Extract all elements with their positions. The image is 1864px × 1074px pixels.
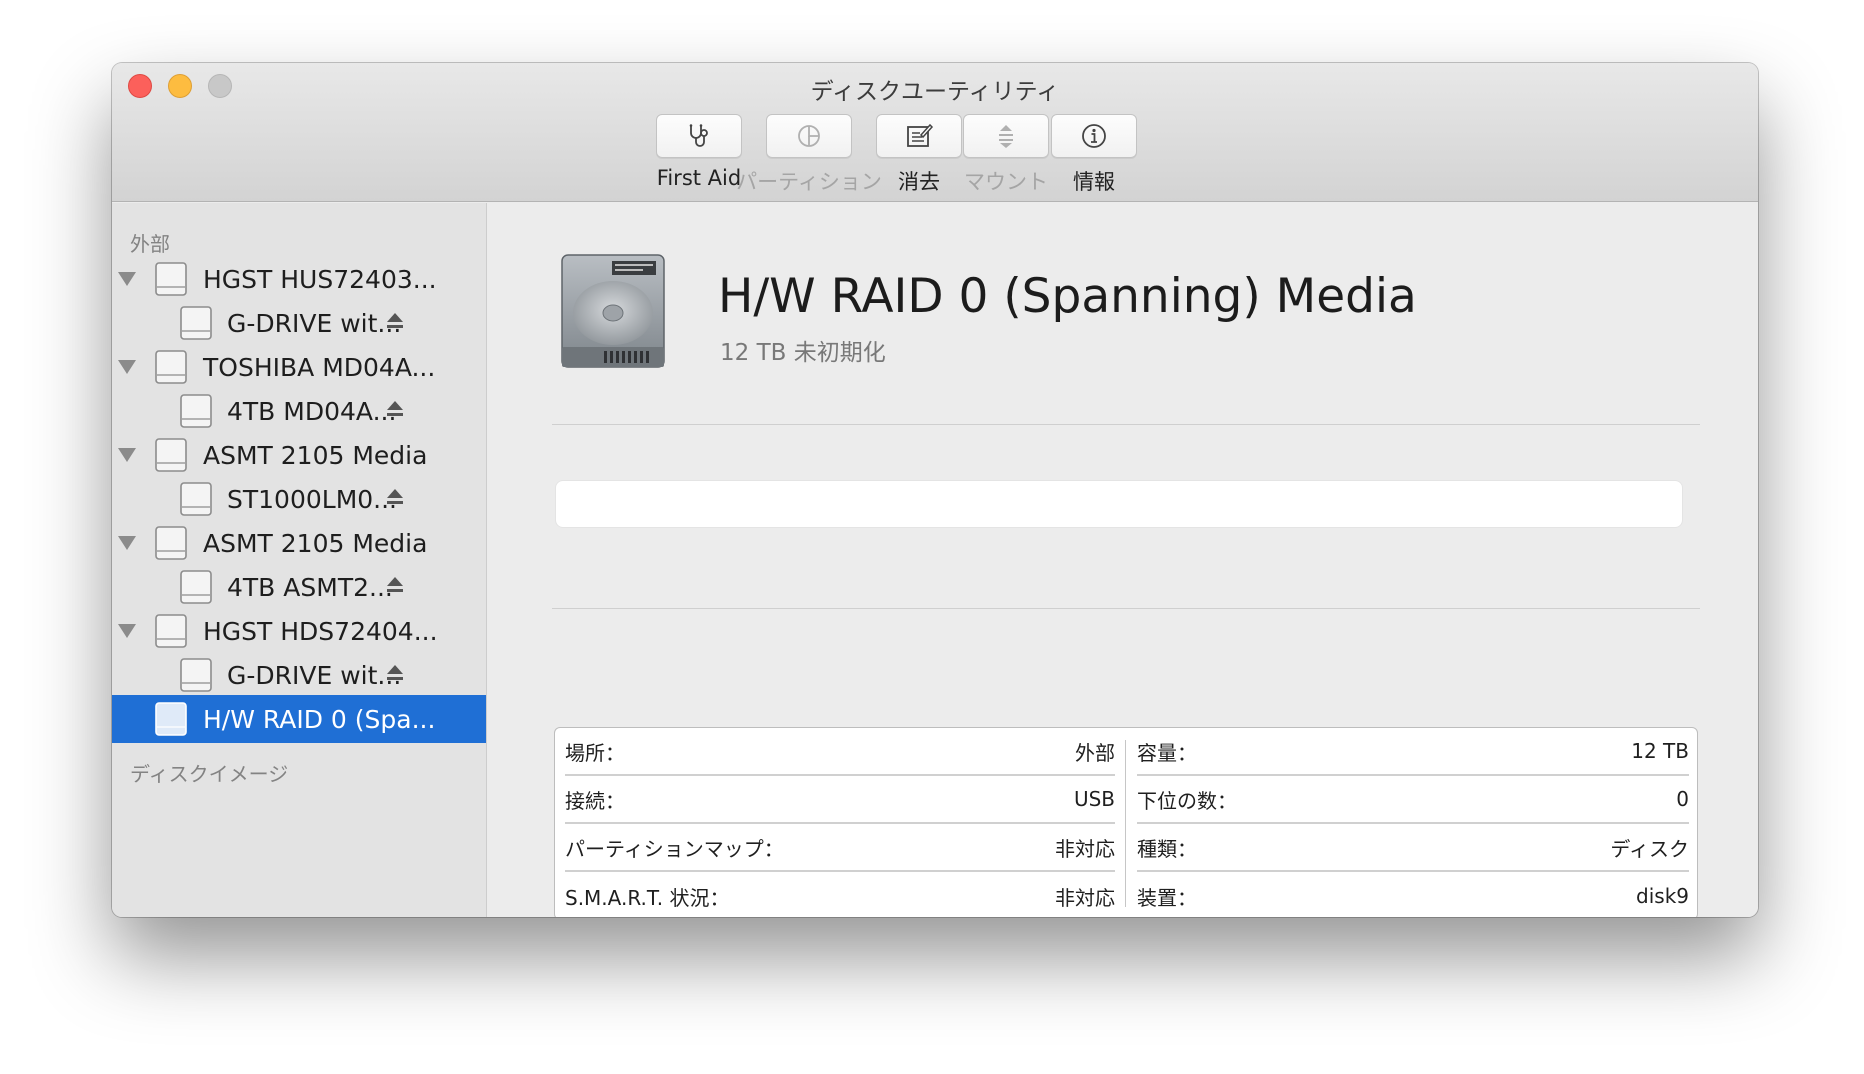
hard-drive-icon [561, 254, 665, 368]
volume-disk-icon [180, 482, 212, 516]
info-value: ディスク [1610, 836, 1689, 861]
disclosure-triangle-icon[interactable] [118, 272, 136, 286]
info-row-partition-map: パーティションマップ： 非対応 [565, 824, 1115, 872]
info-key: S.M.A.R.T. 状況： [565, 885, 730, 910]
pie-partition-icon [798, 125, 820, 147]
info-row-device: 装置： disk9 [1137, 872, 1689, 917]
info-button-frame[interactable] [1051, 114, 1137, 158]
info-row-connection: 接続： USB [565, 776, 1115, 824]
volume-disk-icon [180, 306, 212, 340]
eject-icon[interactable] [385, 663, 405, 683]
media-title: H/W RAID 0 (Spanning) Media [718, 269, 1417, 324]
info-value: 外部 [1075, 740, 1115, 765]
external-disk-icon [155, 526, 187, 560]
sidebar-item-label: TOSHIBA MD04A... [203, 352, 436, 382]
external-disk-icon [155, 350, 187, 384]
title-bar: ディスクユーティリティ First Aid パーティション 消去 マウント 情報 [112, 63, 1758, 202]
info-value: 0 [1676, 787, 1689, 811]
divider [552, 424, 1700, 425]
stethoscope-icon [689, 124, 708, 147]
info-row-location: 場所： 外部 [565, 728, 1115, 776]
sidebar-item-volume[interactable]: 4TB ASMT2... [112, 563, 486, 611]
info-button[interactable]: 情報 [1019, 114, 1169, 196]
info-column-divider [1125, 740, 1126, 907]
info-column-right: 容量： 12 TB 下位の数： 0 種類： ディスク 装置： disk9 [1127, 728, 1699, 917]
external-disk-icon [155, 438, 187, 472]
sidebar-item-label: G-DRIVE wit... [227, 308, 402, 338]
external-disk-icon [155, 262, 187, 296]
sidebar-item-disk[interactable]: HGST HDS72404... [112, 607, 486, 655]
toolbar: First Aid パーティション 消去 マウント 情報 [112, 114, 1758, 194]
info-column-left: 場所： 外部 接続： USB パーティションマップ： 非対応 S.M.A.R.T… [555, 728, 1125, 917]
sidebar-item-disk[interactable]: ASMT 2105 Media [112, 519, 486, 567]
volume-disk-icon [180, 658, 212, 692]
erase-icon [907, 123, 934, 147]
sidebar-item-disk[interactable]: TOSHIBA MD04A... [112, 343, 486, 391]
sidebar-item-label: HGST HUS72403... [203, 264, 437, 294]
info-key: 下位の数： [1137, 788, 1237, 813]
usage-bar [555, 480, 1683, 528]
sidebar-section-external: 外部 [130, 232, 170, 256]
main-pane: H/W RAID 0 (Spanning) Media 12 TB 未初期化 場… [488, 203, 1758, 917]
info-key: 接続： [565, 788, 625, 813]
sidebar-item-label: ASMT 2105 Media [203, 440, 428, 470]
info-key: 場所： [565, 740, 625, 765]
info-row-type: 種類： ディスク [1137, 824, 1689, 872]
media-subtitle: 12 TB 未初期化 [720, 340, 886, 366]
sidebar-item-label: HGST HDS72404... [203, 616, 438, 646]
mount-icon [999, 125, 1013, 148]
eject-icon[interactable] [385, 311, 405, 331]
info-key: 種類： [1137, 836, 1197, 861]
info-row-smart-status: S.M.A.R.T. 状況： 非対応 [565, 872, 1115, 917]
info-label: 情報 [1073, 170, 1115, 194]
volume-disk-icon [180, 394, 212, 428]
info-value: 12 TB [1631, 739, 1689, 763]
info-value: 非対応 [1055, 885, 1115, 910]
disclosure-triangle-icon[interactable] [118, 624, 136, 638]
partition-button-frame[interactable] [766, 114, 852, 158]
eject-icon[interactable] [385, 487, 405, 507]
sidebar-item-label: 4TB MD04A... [227, 396, 397, 426]
eject-icon[interactable] [385, 575, 405, 595]
sidebar-item-volume[interactable]: G-DRIVE wit... [112, 651, 486, 699]
window-title: ディスクユーティリティ [810, 79, 1060, 105]
eject-icon[interactable] [385, 399, 405, 419]
info-value: USB [1073, 787, 1115, 811]
info-value: disk9 [1636, 884, 1689, 908]
external-disk-icon [155, 614, 187, 648]
external-disk-icon [155, 702, 187, 736]
disclosure-triangle-icon[interactable] [118, 360, 136, 374]
sidebar-item-disk[interactable]: ASMT 2105 Media [112, 431, 486, 479]
info-row-capacity: 容量： 12 TB [1137, 728, 1689, 776]
info-value: 非対応 [1055, 836, 1115, 861]
sidebar-section-disk-images: ディスクイメージ [130, 762, 289, 786]
sidebar-item-label: H/W RAID 0 (Spa... [203, 704, 436, 734]
info-key: 装置： [1137, 885, 1197, 910]
info-icon [1082, 124, 1106, 148]
disclosure-triangle-icon[interactable] [118, 536, 136, 550]
info-row-child-count: 下位の数： 0 [1137, 776, 1689, 824]
first-aid-button-frame[interactable] [656, 114, 742, 158]
disk-utility-window: ディスクユーティリティ First Aid パーティション 消去 マウント 情報… [112, 63, 1758, 917]
sidebar-item-volume[interactable]: ST1000LM0... [112, 475, 486, 523]
info-key: パーティションマップ： [565, 836, 784, 861]
sidebar: 外部 HGST HUS72403... G-DRIVE wit... TOSHI… [112, 203, 487, 917]
divider [552, 608, 1700, 609]
disclosure-triangle-icon[interactable] [118, 448, 136, 462]
sidebar-item-disk[interactable]: HGST HUS72403... [112, 255, 486, 303]
sidebar-item-label: ST1000LM0... [227, 484, 398, 514]
sidebar-item-label: G-DRIVE wit... [227, 660, 402, 690]
volume-disk-icon [180, 570, 212, 604]
sidebar-item-label: ASMT 2105 Media [203, 528, 428, 558]
sidebar-item-volume[interactable]: 4TB MD04A... [112, 387, 486, 435]
info-key: 容量： [1137, 740, 1197, 765]
sidebar-item-volume[interactable]: G-DRIVE wit... [112, 299, 486, 347]
sidebar-item-raid-selected[interactable]: H/W RAID 0 (Spa... [112, 695, 486, 743]
info-table: 場所： 外部 接続： USB パーティションマップ： 非対応 S.M.A.R.T… [554, 727, 1698, 917]
sidebar-item-label: 4TB ASMT2... [227, 572, 393, 602]
